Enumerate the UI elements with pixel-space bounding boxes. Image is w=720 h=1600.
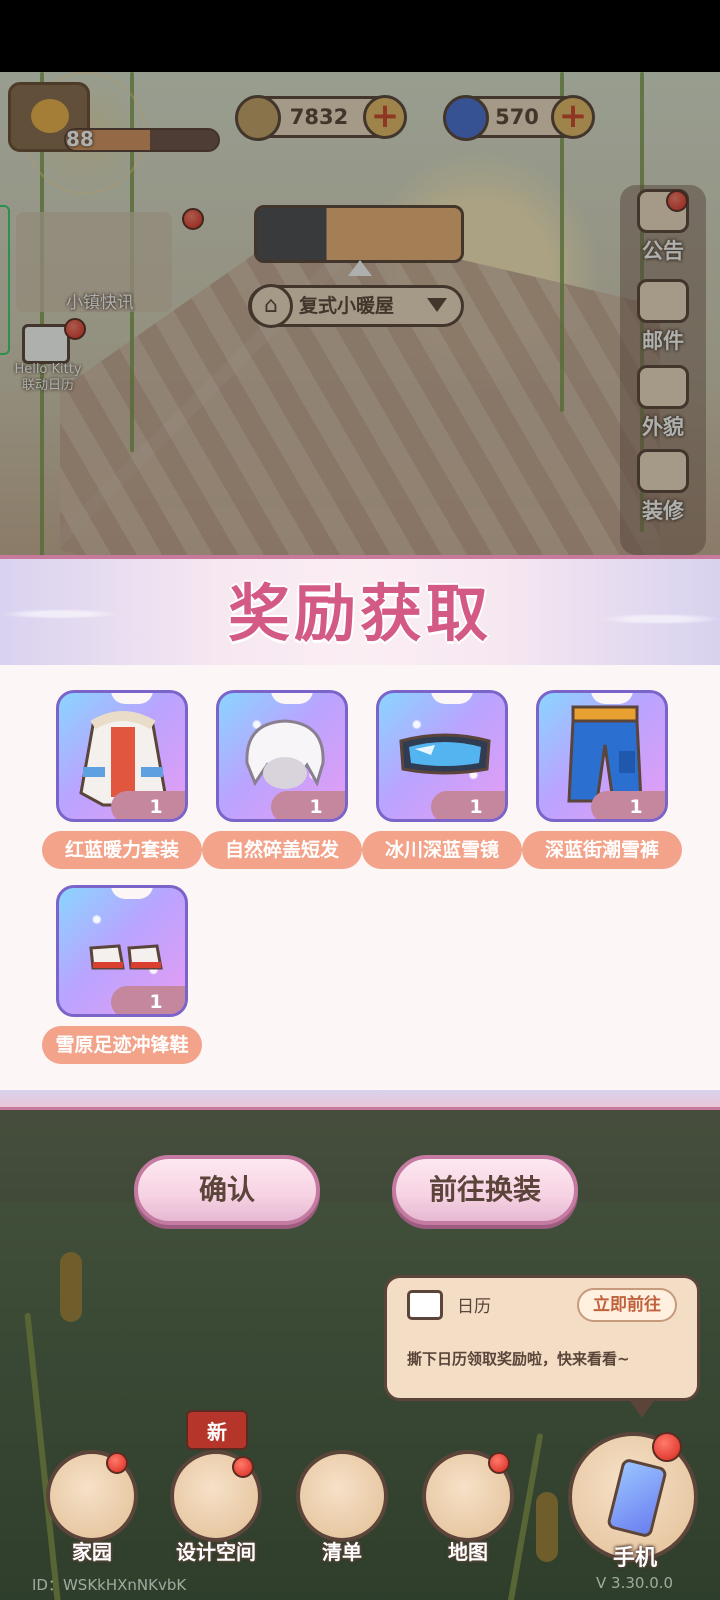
- notification-dot: [652, 1432, 682, 1462]
- reward-name: 红蓝暖力套装: [42, 831, 202, 869]
- nav-checklist-label: 清单: [322, 1540, 362, 1564]
- go-now-button[interactable]: 立即前往: [577, 1288, 677, 1322]
- nav-home[interactable]: 家园: [42, 1450, 142, 1570]
- ski-goggles-icon: [399, 733, 491, 775]
- reward-dialog-body: 1 红蓝暖力套装 1 自然碎盖短发 1 冰川深蓝雪镜 1 深蓝街潮雪裤 1 雪原…: [0, 665, 720, 1090]
- frame-notch: [271, 693, 313, 704]
- white-short-hair-icon: [245, 719, 325, 789]
- frame-notch: [431, 693, 473, 704]
- reward-name: 冰川深蓝雪镜: [362, 831, 522, 869]
- reward-item[interactable]: 1 雪原足迹冲锋鞋: [42, 885, 208, 1075]
- toast-title: 日历: [457, 1297, 491, 1317]
- frame-notch: [111, 888, 153, 899]
- reward-frame: 1: [56, 885, 188, 1017]
- toast-message: 撕下日历领取奖励啦，快来看看~: [407, 1350, 630, 1368]
- nav-checklist[interactable]: 清单: [292, 1450, 392, 1570]
- checklist-icon: [296, 1450, 388, 1542]
- nav-home-label: 家园: [72, 1540, 112, 1564]
- reward-frame: 1: [376, 690, 508, 822]
- reward-item[interactable]: 1 红蓝暖力套装: [42, 690, 208, 880]
- reward-item[interactable]: 1 自然碎盖短发: [202, 690, 368, 880]
- confirm-button[interactable]: 确认: [134, 1155, 320, 1225]
- new-badge: 新: [186, 1410, 248, 1450]
- reward-frame: 1: [216, 690, 348, 822]
- notification-dot: [106, 1452, 128, 1474]
- version-number: V 3.30.0.0: [596, 1574, 674, 1592]
- calendar-toast[interactable]: 日历 立即前往 撕下日历领取奖励啦，快来看看~: [384, 1275, 700, 1401]
- reward-dialog-footer: [0, 1090, 720, 1110]
- toast-tail: [628, 1398, 656, 1418]
- reward-name: 深蓝街潮雪裤: [522, 831, 682, 869]
- status-bar: [0, 0, 720, 72]
- reward-qty: 1: [271, 791, 345, 819]
- reward-item[interactable]: 1 冰川深蓝雪镜: [362, 690, 528, 880]
- reward-frame: 1: [536, 690, 668, 822]
- nav-map-label: 地图: [448, 1540, 488, 1564]
- user-id: ID：WSKkHXnNKvbK: [32, 1576, 187, 1594]
- reward-qty: 1: [591, 791, 665, 819]
- frame-notch: [111, 693, 153, 704]
- notification-dot: [488, 1452, 510, 1474]
- phone-label: 手机: [612, 1546, 657, 1571]
- nav-design-space-label: 设计空间: [176, 1540, 256, 1564]
- reward-dialog-header: 奖励获取: [0, 555, 720, 665]
- reward-item[interactable]: 1 深蓝街潮雪裤: [522, 690, 688, 880]
- reward-name: 自然碎盖短发: [202, 831, 362, 869]
- go-to-dress-up-button[interactable]: 前往换装: [392, 1155, 578, 1225]
- notification-dot: [232, 1456, 254, 1478]
- snow-sneakers-icon: [89, 944, 163, 970]
- reward-qty: 1: [431, 791, 505, 819]
- phone-icon: [605, 1457, 669, 1539]
- reward-qty: 1: [111, 791, 185, 819]
- reward-qty: 1: [111, 986, 185, 1014]
- dialog-title: 奖励获取: [227, 577, 492, 650]
- reward-frame: 1: [56, 690, 188, 822]
- calendar-icon: [407, 1290, 443, 1320]
- reward-name: 雪原足迹冲锋鞋: [42, 1026, 202, 1064]
